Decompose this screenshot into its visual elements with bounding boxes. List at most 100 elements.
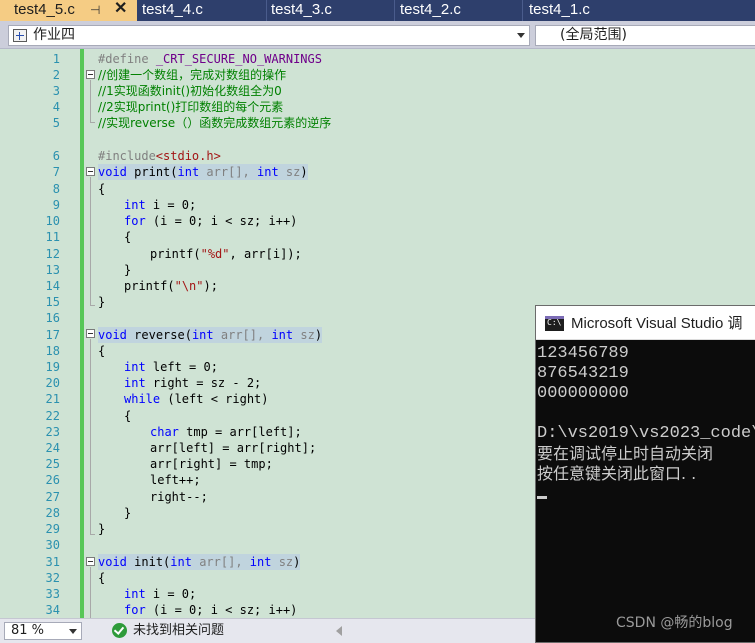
line-number: 10 (45, 214, 60, 228)
code-token: i = 0; (145, 198, 197, 212)
line-number: 2 (52, 68, 60, 82)
console-line: D:\vs2019\vs2023_code\ (537, 424, 755, 443)
code-line-33: { (98, 571, 106, 585)
console-title-bar[interactable]: Microsoft Visual Studio 调 (536, 306, 755, 340)
line-number: 15 (45, 295, 60, 309)
tab-label: test4_1.c (529, 1, 590, 18)
chevron-down-icon[interactable] (517, 33, 525, 38)
code-line-5: //实现reverse（）函数完成数组元素的逆序 (98, 116, 332, 130)
zoom-dropdown[interactable]: 81 % (4, 622, 82, 640)
tab-label: test4_2.c (400, 1, 461, 18)
tab-test4-4[interactable]: test4_4.c (130, 0, 266, 21)
navigation-bar: 作业四 (全局范围) (0, 21, 755, 49)
project-icon (13, 29, 27, 42)
document-tab-strip: test4_5.c ⊣ ✕ test4_4.c test4_3.c test4_… (0, 0, 755, 21)
code-token: sz (285, 165, 301, 179)
code-line-20: int left = 0; (124, 359, 218, 375)
code-line-14: } (124, 263, 132, 277)
code-token: arr[], (206, 165, 257, 179)
scroll-left-arrow[interactable] (336, 626, 342, 636)
code-token: int (177, 165, 200, 179)
code-token: for (124, 603, 146, 617)
line-number: 14 (45, 279, 60, 293)
code-line-12: { (124, 230, 132, 244)
line-number: 25 (45, 457, 60, 471)
debug-console-window[interactable]: Microsoft Visual Studio 调 12345678987654… (535, 305, 755, 643)
line-number: 18 (45, 344, 60, 358)
code-line-10: int i = 0; (124, 197, 196, 213)
code-line-4: //2实现print()打印数组的每个元素 (98, 100, 284, 114)
code-line-30: } (98, 522, 106, 536)
code-token: printf (150, 247, 194, 261)
code-line-25: arr[left] = arr[right]; (150, 441, 317, 455)
line-number: 22 (45, 409, 60, 423)
line-number: 27 (45, 490, 60, 504)
scope-dropdown[interactable]: (全局范围) (535, 25, 755, 46)
code-token: ( (193, 247, 201, 261)
scope-name: (全局范围) (560, 27, 627, 43)
collapse-icon[interactable] (86, 70, 95, 79)
code-token: #define (98, 52, 149, 66)
code-line-3: //1实现函数init()初始化数组全为0 (98, 84, 282, 98)
code-token: ( (167, 279, 175, 293)
project-dropdown[interactable]: 作业四 (8, 25, 530, 46)
line-number: 33 (45, 587, 60, 601)
code-line-1: #define _CRT_SECURE_NO_WARNINGS (98, 51, 322, 67)
pin-icon[interactable]: ⊣ (90, 0, 100, 20)
line-number: 23 (45, 425, 60, 439)
code-token: int (249, 555, 272, 569)
code-token: int (257, 165, 279, 179)
line-number: 34 (45, 603, 60, 617)
fold-guide (90, 177, 91, 305)
collapse-icon[interactable] (86, 557, 95, 566)
code-token: ); (203, 279, 218, 293)
line-number: 8 (52, 182, 60, 196)
code-token: tmp = arr[left]; (178, 425, 302, 439)
code-line-11: for (i = 0; i < sz; i++) (124, 213, 297, 229)
line-number: 20 (45, 376, 60, 390)
line-number: 12 (45, 247, 60, 261)
code-line-32: void init(int arr[], int sz) (98, 554, 301, 570)
collapse-icon[interactable] (86, 329, 95, 338)
tab-test4-3[interactable]: test4_3.c (259, 0, 389, 21)
issues-status[interactable]: 未找到相关问题 (133, 619, 224, 643)
code-line-29: } (124, 506, 132, 520)
console-line: 按任意键关闭此窗口. . (537, 464, 697, 483)
fold-guide (90, 567, 91, 618)
code-line-23: { (124, 409, 132, 423)
console-line: 123456789 (537, 344, 629, 363)
code-token: init (134, 555, 164, 569)
line-number: 31 (45, 555, 60, 569)
console-line: 000000000 (537, 384, 629, 403)
code-token: arr[], (199, 555, 250, 569)
line-number: 17 (45, 328, 60, 342)
line-number-gutter: 1 2 3 4 5 6 7 8 9 10 11 12 13 14 15 16 1… (0, 49, 70, 618)
chevron-down-icon[interactable] (69, 629, 77, 634)
line-number: 1 (52, 52, 60, 66)
code-token: right = sz - 2; (145, 376, 262, 390)
code-token: for (124, 214, 146, 228)
code-token: int (170, 555, 192, 569)
code-line-22: while (left < right) (124, 391, 269, 407)
code-token: print (134, 165, 171, 179)
tab-label: test4_4.c (142, 1, 203, 18)
tab-test4-1[interactable]: test4_1.c (517, 0, 650, 21)
console-line: 要在调试停止时自动关闭 (537, 444, 714, 463)
line-number: 32 (45, 571, 60, 585)
code-token: int (124, 376, 146, 390)
close-icon[interactable]: ✕ (114, 0, 127, 19)
tab-test4-2[interactable]: test4_2.c (388, 0, 518, 21)
collapse-icon[interactable] (86, 167, 95, 176)
code-line-27: left++; (150, 473, 201, 487)
fold-guide-end (90, 122, 95, 123)
fold-guide (90, 80, 91, 122)
tab-label: test4_5.c (14, 1, 75, 18)
fold-guide (90, 339, 91, 534)
code-token: (i = 0; i < sz; i++) (145, 603, 298, 617)
tab-test4-5[interactable]: test4_5.c ⊣ ✕ (0, 0, 137, 21)
code-line-18: void reverse(int arr[], int sz) (98, 327, 323, 343)
console-cursor (537, 496, 547, 499)
line-number: 3 (52, 84, 60, 98)
line-number: 9 (52, 198, 60, 212)
